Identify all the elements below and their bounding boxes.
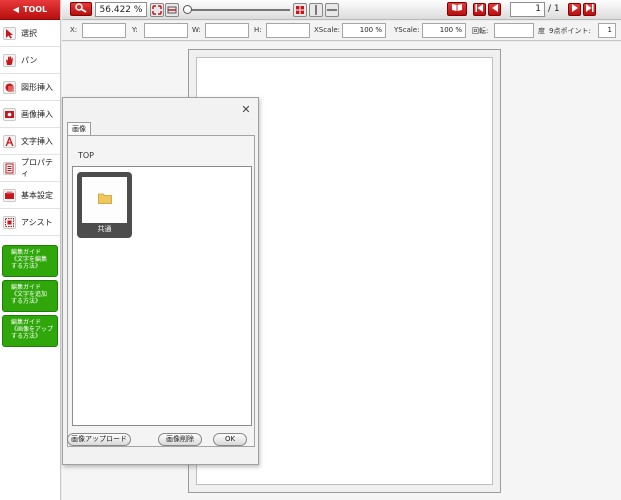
center-align-icon[interactable] [293,3,307,17]
sidebar-item-assist[interactable]: アシスト [0,209,60,236]
sidebar-item-label: 基本設定 [21,190,53,200]
sidebar-item-basic-settings[interactable]: 基本設定 [0,182,60,209]
image-dialog: ✕ 画像 TOP 共通 画像アップロード 画像削除 OK [62,97,259,465]
fit-page-icon[interactable] [150,3,164,17]
sidebar-item-label: アシスト [21,217,53,227]
prev-page-button[interactable] [488,3,501,16]
guide-line: 《文字を編集 [11,256,48,263]
page-total: / 1 [548,4,560,14]
tool-header[interactable]: ◀ TOOL [0,0,60,20]
hand-icon [3,53,16,67]
file-browser[interactable]: 共通 [72,166,252,426]
sidebar-item-label: パン [21,55,38,65]
points-label: 9点ポイント: [549,27,591,35]
w-label: W: [192,26,201,34]
fit-width-icon[interactable] [165,3,179,17]
y-label: Y: [132,26,138,34]
last-page-button[interactable] [583,3,596,16]
first-page-icon [475,4,484,15]
xscale-label: XScale: [314,26,340,34]
sidebar-item-properties[interactable]: プロパティ [0,155,60,182]
guide-line: する方法》 [11,298,42,305]
rotate-label: 回転: [472,27,489,35]
h-label: H: [254,26,262,34]
tool-header-label: TOOL [23,5,48,14]
points-input[interactable]: 1 [598,23,616,38]
sidebar-item-label: プロパティ [21,158,53,178]
edit-guide-text-add-button[interactable]: 編集ガイド 《文字を追加 する方法》 [2,280,58,312]
guide-line: 《画像をアップ [11,326,54,333]
book-view-button[interactable] [447,2,467,16]
y-input[interactable] [144,23,188,38]
ok-button[interactable]: OK [213,433,247,446]
guide-line: する方法》 [11,263,42,270]
guide-line: 《文字を追加 [11,291,48,298]
delete-image-button[interactable]: 画像削除 [158,433,202,446]
text-icon [3,134,16,148]
cursor-icon [3,26,16,40]
guide-line: する方法》 [11,333,42,340]
sidebar-item-label: 選択 [21,28,37,38]
zoom-input[interactable]: 56.422 % [95,2,147,17]
page-number-input[interactable]: 1 [510,2,545,17]
assist-icon [3,215,16,229]
next-page-button[interactable] [568,3,581,16]
first-page-button[interactable] [473,3,486,16]
rotate-unit: 度 [538,27,545,35]
yscale-label: YScale: [394,26,420,34]
guide-line: 編集ガイド [11,284,42,291]
x-label: X: [70,26,78,34]
sidebar-item-label: 文字挿入 [21,136,53,146]
folder-path: TOP [78,151,95,160]
folder-name: 共通 [97,225,112,233]
next-page-icon [571,4,579,15]
property-bar: X: Y: W: H: XScale: 100 % YScale: 100 % … [62,21,621,41]
guide-line: 編集ガイド [11,319,42,326]
last-page-icon [585,4,594,15]
folder-item[interactable]: 共通 [77,172,132,238]
collapse-arrow-icon: ◀ [12,5,19,14]
image-tab-panel: TOP 共通 [67,135,255,447]
edit-guide-image-upload-button[interactable]: 編集ガイド 《画像をアップ する方法》 [2,315,58,347]
sidebar-item-select[interactable]: 選択 [0,20,60,47]
vertical-guide-icon[interactable] [309,3,323,17]
xscale-input[interactable]: 100 % [342,23,386,38]
shape-icon [3,80,16,94]
zoom-tool-button[interactable] [70,2,92,16]
close-icon[interactable]: ✕ [240,104,252,116]
sidebar-item-label: 図形挿入 [21,82,53,92]
guide-line: 編集ガイド [11,249,42,256]
book-icon [451,3,463,15]
sidebar-item-shape-insert[interactable]: 図形挿入 [0,74,60,101]
x-input[interactable] [82,23,126,38]
horizontal-guide-icon[interactable] [325,3,339,17]
rotate-input[interactable] [494,23,534,38]
edit-guide-text-edit-button[interactable]: 編集ガイド 《文字を編集 する方法》 [2,245,58,277]
magnifier-icon [75,2,87,16]
zoom-slider-track[interactable] [184,9,290,11]
prev-page-icon [491,4,499,15]
folder-thumbnail [82,177,127,223]
zoom-slider-handle[interactable] [183,5,192,14]
tool-sidebar: ◀ TOOL 選択 パン 図形挿入 画像挿入 文字挿入 プロパティ 基本設定 ア… [0,0,61,500]
height-input[interactable] [266,23,310,38]
settings-icon [3,188,16,202]
tab-image[interactable]: 画像 [67,122,91,135]
folder-icon [97,193,112,207]
yscale-input[interactable]: 100 % [422,23,466,38]
image-icon [3,107,16,121]
sidebar-item-image-insert[interactable]: 画像挿入 [0,101,60,128]
top-toolbar: 56.422 % 1 / 1 [62,0,621,20]
sidebar-item-pan[interactable]: パン [0,47,60,74]
sidebar-item-text-insert[interactable]: 文字挿入 [0,128,60,155]
properties-icon [3,161,16,175]
width-input[interactable] [205,23,249,38]
sidebar-item-label: 画像挿入 [21,109,53,119]
upload-image-button[interactable]: 画像アップロード [67,433,131,446]
